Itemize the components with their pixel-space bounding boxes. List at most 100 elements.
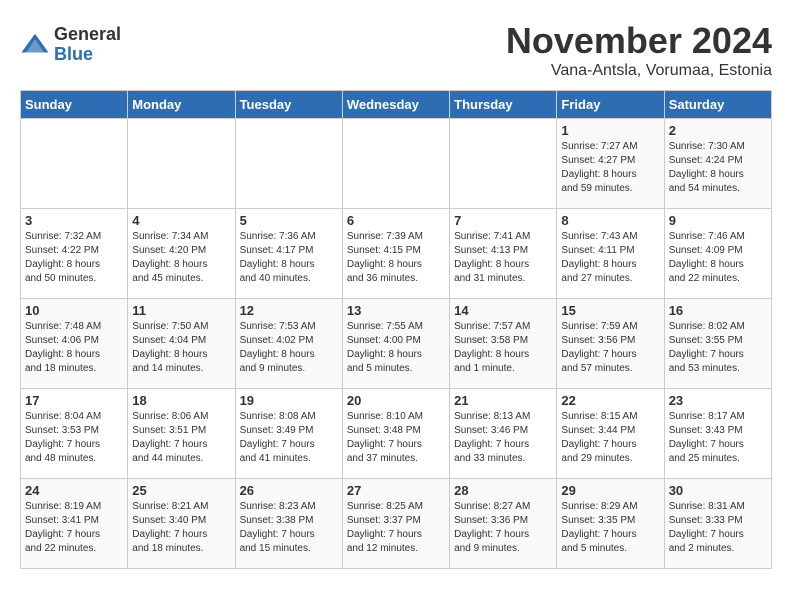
day-number: 21 xyxy=(454,393,552,408)
day-number: 28 xyxy=(454,483,552,498)
logo-text: General Blue xyxy=(54,25,121,65)
day-info: Sunrise: 8:27 AM Sunset: 3:36 PM Dayligh… xyxy=(454,500,552,556)
week-row-2: 3Sunrise: 7:32 AM Sunset: 4:22 PM Daylig… xyxy=(21,209,772,299)
logo-icon xyxy=(20,30,50,60)
day-info: Sunrise: 8:02 AM Sunset: 3:55 PM Dayligh… xyxy=(669,320,767,376)
day-info: Sunrise: 8:31 AM Sunset: 3:33 PM Dayligh… xyxy=(669,500,767,556)
day-cell: 8 Sunrise: 7:43 AM Sunset: 4:11 PM Daylig… xyxy=(557,209,664,299)
day-info: Sunrise: 7:55 AM Sunset: 4:00 PM Dayligh… xyxy=(347,320,445,376)
week-row-5: 24 Sunrise: 8:19 AM Sunset: 3:41 PM Dayli… xyxy=(21,479,772,569)
day-info: Sunrise: 7:27 AM Sunset: 4:27 PM Dayligh… xyxy=(561,140,659,196)
day-info: Sunrise: 7:32 AM Sunset: 4:22 PM Dayligh… xyxy=(25,230,123,286)
day-cell xyxy=(235,119,342,209)
location-subtitle: Vana-Antsla, Vorumaa, Estonia xyxy=(506,62,772,80)
day-cell: 13 Sunrise: 7:55 AM Sunset: 4:00 PM Dayli… xyxy=(342,299,449,389)
logo-blue: Blue xyxy=(54,45,121,65)
day-number: 20 xyxy=(347,393,445,408)
header-friday: Friday xyxy=(557,91,664,119)
day-info: Sunrise: 8:04 AM Sunset: 3:53 PM Dayligh… xyxy=(25,410,123,466)
day-info: Sunrise: 8:19 AM Sunset: 3:41 PM Dayligh… xyxy=(25,500,123,556)
month-title: November 2024 xyxy=(506,20,772,62)
header-monday: Monday xyxy=(128,91,235,119)
day-cell: 6Sunrise: 7:39 AM Sunset: 4:15 PM Daylig… xyxy=(342,209,449,299)
day-info: Sunrise: 8:29 AM Sunset: 3:35 PM Dayligh… xyxy=(561,500,659,556)
day-number: 11 xyxy=(132,303,230,318)
day-number: 8 xyxy=(561,213,659,228)
day-cell: 29 Sunrise: 8:29 AM Sunset: 3:35 PM Dayli… xyxy=(557,479,664,569)
header-thursday: Thursday xyxy=(450,91,557,119)
day-cell: 1 Sunrise: 7:27 AM Sunset: 4:27 PM Daylig… xyxy=(557,119,664,209)
day-number: 4 xyxy=(132,213,230,228)
day-info: Sunrise: 7:36 AM Sunset: 4:17 PM Dayligh… xyxy=(240,230,338,286)
week-row-3: 10 Sunrise: 7:48 AM Sunset: 4:06 PM Dayli… xyxy=(21,299,772,389)
day-cell: 2 Sunrise: 7:30 AM Sunset: 4:24 PM Daylig… xyxy=(664,119,771,209)
day-cell: 9Sunrise: 7:46 AM Sunset: 4:09 PM Daylig… xyxy=(664,209,771,299)
day-cell: 19 Sunrise: 8:08 AM Sunset: 3:49 PM Dayli… xyxy=(235,389,342,479)
day-number: 17 xyxy=(25,393,123,408)
day-number: 2 xyxy=(669,123,767,138)
day-cell: 27 Sunrise: 8:25 AM Sunset: 3:37 PM Dayli… xyxy=(342,479,449,569)
day-cell: 15 Sunrise: 7:59 AM Sunset: 3:56 PM Dayli… xyxy=(557,299,664,389)
title-section: November 2024 Vana-Antsla, Vorumaa, Esto… xyxy=(506,20,772,80)
day-info: Sunrise: 7:46 AM Sunset: 4:09 PM Dayligh… xyxy=(669,230,767,286)
day-number: 18 xyxy=(132,393,230,408)
day-info: Sunrise: 8:17 AM Sunset: 3:43 PM Dayligh… xyxy=(669,410,767,466)
day-number: 22 xyxy=(561,393,659,408)
day-cell: 16Sunrise: 8:02 AM Sunset: 3:55 PM Dayli… xyxy=(664,299,771,389)
day-info: Sunrise: 7:41 AM Sunset: 4:13 PM Dayligh… xyxy=(454,230,552,286)
day-cell: 4 Sunrise: 7:34 AM Sunset: 4:20 PM Daylig… xyxy=(128,209,235,299)
day-cell: 11 Sunrise: 7:50 AM Sunset: 4:04 PM Dayli… xyxy=(128,299,235,389)
day-cell: 28 Sunrise: 8:27 AM Sunset: 3:36 PM Dayli… xyxy=(450,479,557,569)
day-cell xyxy=(128,119,235,209)
day-info: Sunrise: 8:15 AM Sunset: 3:44 PM Dayligh… xyxy=(561,410,659,466)
logo: General Blue xyxy=(20,25,121,65)
day-number: 25 xyxy=(132,483,230,498)
day-info: Sunrise: 7:50 AM Sunset: 4:04 PM Dayligh… xyxy=(132,320,230,376)
day-number: 26 xyxy=(240,483,338,498)
day-info: Sunrise: 8:08 AM Sunset: 3:49 PM Dayligh… xyxy=(240,410,338,466)
day-number: 5 xyxy=(240,213,338,228)
calendar-body: 1 Sunrise: 7:27 AM Sunset: 4:27 PM Daylig… xyxy=(21,119,772,569)
day-info: Sunrise: 7:53 AM Sunset: 4:02 PM Dayligh… xyxy=(240,320,338,376)
page-header: General Blue November 2024 Vana-Antsla, … xyxy=(20,20,772,80)
day-cell: 22 Sunrise: 8:15 AM Sunset: 3:44 PM Dayli… xyxy=(557,389,664,479)
day-info: Sunrise: 7:30 AM Sunset: 4:24 PM Dayligh… xyxy=(669,140,767,196)
day-number: 1 xyxy=(561,123,659,138)
day-info: Sunrise: 8:13 AM Sunset: 3:46 PM Dayligh… xyxy=(454,410,552,466)
day-cell: 20 Sunrise: 8:10 AM Sunset: 3:48 PM Dayli… xyxy=(342,389,449,479)
day-cell: 30 Sunrise: 8:31 AM Sunset: 3:33 PM Dayli… xyxy=(664,479,771,569)
header-saturday: Saturday xyxy=(664,91,771,119)
day-number: 19 xyxy=(240,393,338,408)
day-number: 29 xyxy=(561,483,659,498)
day-cell xyxy=(342,119,449,209)
day-info: Sunrise: 8:10 AM Sunset: 3:48 PM Dayligh… xyxy=(347,410,445,466)
day-number: 14 xyxy=(454,303,552,318)
day-number: 24 xyxy=(25,483,123,498)
day-number: 30 xyxy=(669,483,767,498)
day-number: 7 xyxy=(454,213,552,228)
day-info: Sunrise: 7:59 AM Sunset: 3:56 PM Dayligh… xyxy=(561,320,659,376)
week-row-1: 1 Sunrise: 7:27 AM Sunset: 4:27 PM Daylig… xyxy=(21,119,772,209)
day-cell: 5 Sunrise: 7:36 AM Sunset: 4:17 PM Daylig… xyxy=(235,209,342,299)
day-number: 23 xyxy=(669,393,767,408)
day-info: Sunrise: 7:57 AM Sunset: 3:58 PM Dayligh… xyxy=(454,320,552,376)
day-number: 15 xyxy=(561,303,659,318)
header-tuesday: Tuesday xyxy=(235,91,342,119)
day-cell: 23 Sunrise: 8:17 AM Sunset: 3:43 PM Dayli… xyxy=(664,389,771,479)
day-info: Sunrise: 7:34 AM Sunset: 4:20 PM Dayligh… xyxy=(132,230,230,286)
day-cell: 7 Sunrise: 7:41 AM Sunset: 4:13 PM Daylig… xyxy=(450,209,557,299)
day-number: 13 xyxy=(347,303,445,318)
day-cell: 26Sunrise: 8:23 AM Sunset: 3:38 PM Dayli… xyxy=(235,479,342,569)
week-row-4: 17 Sunrise: 8:04 AM Sunset: 3:53 PM Dayli… xyxy=(21,389,772,479)
day-cell: 17 Sunrise: 8:04 AM Sunset: 3:53 PM Dayli… xyxy=(21,389,128,479)
day-cell: 18Sunrise: 8:06 AM Sunset: 3:51 PM Dayli… xyxy=(128,389,235,479)
day-number: 12 xyxy=(240,303,338,318)
header-row: SundayMondayTuesdayWednesdayThursdayFrid… xyxy=(21,91,772,119)
day-number: 27 xyxy=(347,483,445,498)
logo-general: General xyxy=(54,25,121,45)
day-number: 10 xyxy=(25,303,123,318)
day-info: Sunrise: 7:48 AM Sunset: 4:06 PM Dayligh… xyxy=(25,320,123,376)
day-cell: 12 Sunrise: 7:53 AM Sunset: 4:02 PM Dayli… xyxy=(235,299,342,389)
day-info: Sunrise: 7:43 AM Sunset: 4:11 PM Dayligh… xyxy=(561,230,659,286)
day-info: Sunrise: 8:25 AM Sunset: 3:37 PM Dayligh… xyxy=(347,500,445,556)
